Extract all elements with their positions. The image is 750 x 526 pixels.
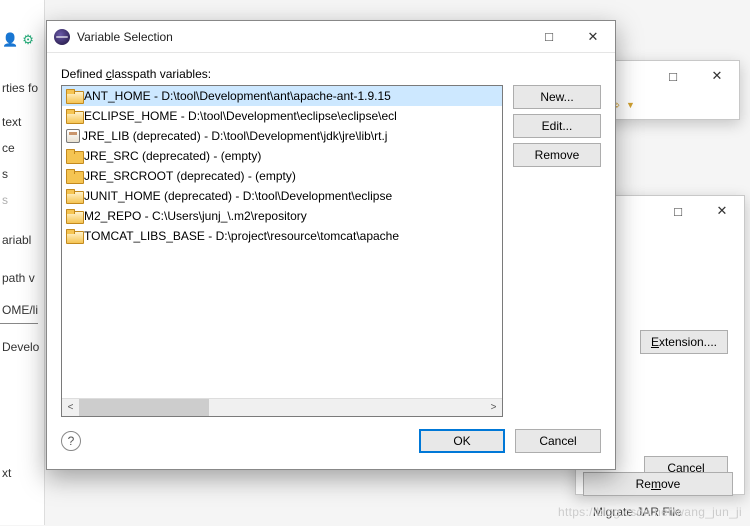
background-left-labels: rties fo text ce s s ariabl path v OME/l… [0, 75, 39, 486]
scroll-track[interactable] [79, 399, 485, 416]
edit-button[interactable]: Edit... [513, 114, 601, 138]
maximize-button[interactable]: □ [527, 23, 571, 51]
cancel-button-label: Cancel [539, 434, 576, 448]
close-icon[interactable]: ✕ [700, 197, 744, 225]
scroll-right-arrow[interactable]: > [485, 399, 502, 416]
ok-button[interactable]: OK [419, 429, 505, 453]
list-item-label: JUNIT_HOME (deprecated) - D:\tool\Develo… [84, 189, 392, 203]
scroll-thumb[interactable] [79, 399, 209, 416]
remove-button-bg[interactable]: Remove [583, 472, 733, 496]
forward-menu-icon[interactable]: ▼ [626, 100, 635, 110]
eclipse-icon [54, 29, 70, 45]
remove-button-label: Remove [535, 148, 580, 162]
dialog-titlebar: Variable Selection □ ✕ [47, 21, 615, 53]
list-item-label: ECLIPSE_HOME - D:\tool\Development\eclip… [84, 109, 397, 123]
folder-open-icon [66, 209, 82, 223]
new-button[interactable]: New... [513, 85, 601, 109]
list-item[interactable]: M2_REPO - C:\Users\junj_\.m2\repository [62, 206, 502, 226]
close-icon[interactable]: ✕ [695, 62, 739, 90]
background-bottom-buttons: Remove Migrate JAR File [575, 470, 745, 526]
migrate-button-bg-label: Migrate JAR File [593, 505, 682, 519]
list-item[interactable]: ECLIPSE_HOME - D:\tool\Development\eclip… [62, 106, 502, 126]
list-item-label: JRE_SRC (deprecated) - (empty) [84, 149, 261, 163]
help-icon[interactable]: ? [61, 431, 81, 451]
list-item-label: ANT_HOME - D:\tool\Development\ant\apach… [84, 89, 391, 103]
maximize-icon[interactable]: □ [651, 62, 695, 90]
list-item[interactable]: JRE_SRC (deprecated) - (empty) [62, 146, 502, 166]
maximize-icon[interactable]: □ [656, 197, 700, 225]
extension-button-label: xtension.... [659, 335, 717, 349]
ok-button-label: OK [453, 434, 470, 448]
list-item-label: M2_REPO - C:\Users\junj_\.m2\repository [84, 209, 307, 223]
jar-icon [66, 129, 80, 143]
classpath-variables-list[interactable]: ANT_HOME - D:\tool\Development\ant\apach… [61, 85, 503, 417]
close-button[interactable]: ✕ [571, 23, 615, 51]
edit-button-label: Edit... [542, 119, 573, 133]
list-label: Defined classpath variables: [61, 67, 601, 81]
list-item[interactable]: JRE_LIB (deprecated) - D:\tool\Developme… [62, 126, 502, 146]
dialog-footer: ? OK Cancel [47, 423, 615, 469]
remove-button[interactable]: Remove [513, 143, 601, 167]
list-item[interactable]: JUNIT_HOME (deprecated) - D:\tool\Develo… [62, 186, 502, 206]
person-icon: 👤 [2, 32, 18, 48]
list-item[interactable]: ANT_HOME - D:\tool\Development\ant\apach… [62, 86, 502, 106]
cancel-button[interactable]: Cancel [515, 429, 601, 453]
list-item-label: JRE_SRCROOT (deprecated) - (empty) [84, 169, 296, 183]
horizontal-scrollbar[interactable]: < > [62, 398, 502, 416]
side-button-column: New... Edit... Remove [513, 85, 601, 417]
list-item[interactable]: TOMCAT_LIBS_BASE - D:\project\resource\t… [62, 226, 502, 246]
folder-icon [66, 169, 82, 183]
scroll-left-arrow[interactable]: < [62, 399, 79, 416]
background-toolbar-icons: 👤 ⚙ [2, 32, 34, 48]
remove-button-bg-label: Remove [636, 477, 681, 491]
migrate-button-bg[interactable]: Migrate JAR File [583, 500, 733, 524]
folder-icon [66, 149, 82, 163]
folder-open-icon [66, 189, 82, 203]
extension-button[interactable]: Extension.... [640, 330, 728, 354]
gear-icon: ⚙ [22, 32, 34, 48]
dialog-title: Variable Selection [77, 30, 527, 44]
folder-open-icon [66, 89, 82, 103]
folder-open-icon [66, 229, 82, 243]
variable-selection-dialog: Variable Selection □ ✕ Defined classpath… [46, 20, 616, 470]
list-item[interactable]: JRE_SRCROOT (deprecated) - (empty) [62, 166, 502, 186]
folder-open-icon [66, 109, 82, 123]
list-item-label: JRE_LIB (deprecated) - D:\tool\Developme… [82, 129, 387, 143]
new-button-label: New... [540, 90, 573, 104]
list-item-label: TOMCAT_LIBS_BASE - D:\project\resource\t… [84, 229, 399, 243]
